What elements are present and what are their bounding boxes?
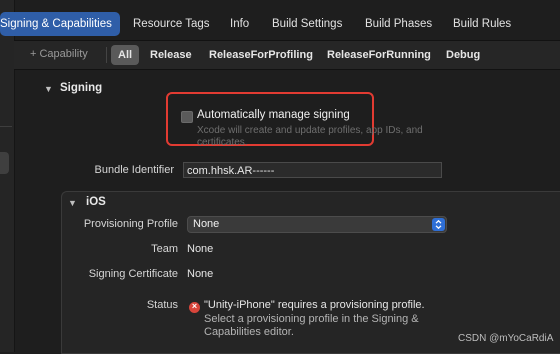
team-value: None — [187, 243, 214, 255]
config-release-for-running[interactable]: ReleaseForRunning — [327, 45, 431, 65]
auto-manage-label[interactable]: Automatically manage signing — [197, 109, 350, 121]
team-label: Team — [151, 243, 178, 255]
popup-arrows-icon — [432, 218, 445, 231]
add-capability-button[interactable]: + Capability — [30, 48, 88, 60]
target-list-selection[interactable] — [0, 152, 9, 174]
auto-manage-hint: Xcode will create and update profiles, a… — [197, 125, 423, 148]
config-debug[interactable]: Debug — [446, 45, 480, 65]
chevron-down-icon[interactable]: ▼ — [68, 198, 77, 208]
editor-tab-bar: Signing & Capabilities Resource Tags Inf… — [0, 12, 560, 36]
bundle-identifier-label: Bundle Identifier — [94, 164, 175, 176]
bundle-identifier-field[interactable]: com.hhsk.AR------ — [183, 162, 442, 178]
configuration-filter-bar: + Capability All Release ReleaseForProfi… — [14, 41, 560, 70]
status-label: Status — [146, 299, 178, 311]
config-all[interactable]: All — [111, 45, 140, 65]
section-title-ios: iOS — [86, 196, 106, 208]
error-icon: × — [189, 301, 200, 313]
signing-certificate-value: None — [187, 268, 214, 280]
tab-build-settings[interactable]: Build Settings — [272, 12, 342, 36]
signing-certificate-label: Signing Certificate — [88, 268, 178, 280]
chevron-down-icon[interactable]: ▼ — [44, 84, 53, 94]
tab-build-phases[interactable]: Build Phases — [365, 12, 432, 36]
provisioning-profile-label: Provisioning Profile — [83, 218, 178, 230]
config-release[interactable]: Release — [150, 45, 192, 65]
auto-manage-checkbox[interactable] — [181, 111, 193, 123]
config-release-for-profiling[interactable]: ReleaseForProfiling — [209, 45, 313, 65]
provisioning-profile-popup[interactable]: None — [187, 216, 447, 233]
tab-info[interactable]: Info — [230, 12, 249, 36]
provisioning-profile-value: None — [193, 218, 220, 230]
divider — [106, 47, 107, 63]
tab-signing-capabilities[interactable]: Signing & Capabilities — [0, 12, 120, 36]
status-error-message: "Unity-iPhone" requires a provisioning p… — [204, 299, 425, 311]
section-title-signing: Signing — [60, 82, 103, 94]
tab-resource-tags[interactable]: Resource Tags — [133, 12, 210, 36]
watermark: CSDN @mYoCaRdiA — [458, 333, 554, 344]
navigator-edge — [0, 0, 15, 352]
divider — [0, 126, 12, 127]
tab-build-rules[interactable]: Build Rules — [453, 12, 511, 36]
status-error-detail: Select a provisioning profile in the Sig… — [204, 313, 419, 338]
